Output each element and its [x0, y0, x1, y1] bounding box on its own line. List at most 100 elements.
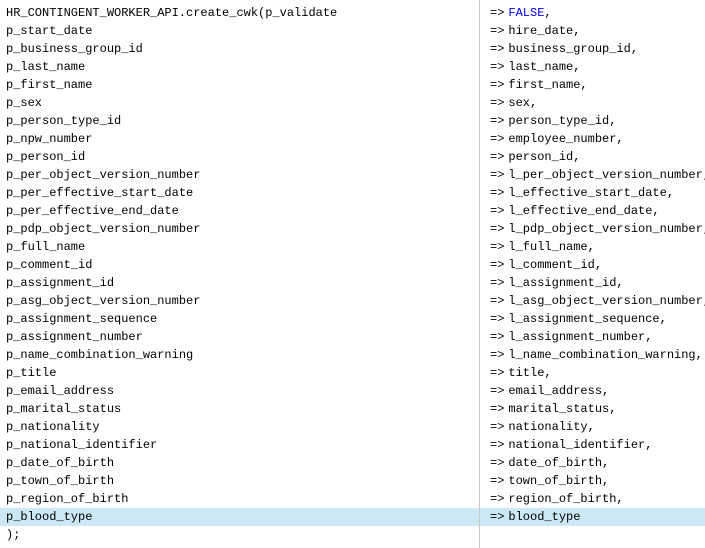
code-row-right-10: => l_effective_end_date, [480, 202, 705, 220]
code-param-26: p_region_of_birth [6, 492, 128, 506]
header-right-line: => FALSE, [480, 4, 705, 22]
arrow-21: => [490, 402, 504, 416]
header-right-comma: , [544, 6, 551, 20]
code-param-4: p_sex [6, 96, 42, 110]
code-row-left-11: p_pdp_object_version_number [0, 220, 479, 238]
code-value-14: l_assignment_id, [508, 276, 623, 290]
arrow-5: => [490, 114, 504, 128]
code-value-9: l_effective_start_date, [508, 186, 674, 200]
code-row-left-20: p_email_address [0, 382, 479, 400]
arrow-23: => [490, 438, 504, 452]
right-pane: => FALSE, => hire_date,=> business_group… [480, 0, 705, 548]
code-value-21: marital_status, [508, 402, 616, 416]
code-param-3: p_first_name [6, 78, 92, 92]
code-value-5: person_type_id, [508, 114, 616, 128]
code-row-right-1: => business_group_id, [480, 40, 705, 58]
left-rows: p_start_datep_business_group_idp_last_na… [0, 22, 479, 526]
arrow-1: => [490, 42, 504, 56]
code-value-0: hire_date, [508, 24, 580, 38]
code-param-15: p_asg_object_version_number [6, 294, 200, 308]
arrow-6: => [490, 132, 504, 146]
arrow-27: => [490, 510, 504, 524]
code-row-right-2: => last_name, [480, 58, 705, 76]
arrow-7: => [490, 150, 504, 164]
code-value-6: employee_number, [508, 132, 623, 146]
arrow-14: => [490, 276, 504, 290]
code-row-right-8: => l_per_object_version_number, [480, 166, 705, 184]
code-row-left-18: p_name_combination_warning [0, 346, 479, 364]
code-value-13: l_comment_id, [508, 258, 602, 272]
header-arrow: => [490, 6, 504, 20]
code-value-25: town_of_birth, [508, 474, 609, 488]
code-value-23: national_identifier, [508, 438, 652, 452]
code-row-left-10: p_per_effective_end_date [0, 202, 479, 220]
code-row-right-14: => l_assignment_id, [480, 274, 705, 292]
code-row-left-2: p_last_name [0, 58, 479, 76]
code-param-2: p_last_name [6, 60, 85, 74]
arrow-24: => [490, 456, 504, 470]
code-row-right-21: => marital_status, [480, 400, 705, 418]
code-param-14: p_assignment_id [6, 276, 114, 290]
code-value-17: l_assignment_number, [508, 330, 652, 344]
code-container: HR_CONTINGENT_WORKER_API.create_cwk(p_va… [0, 0, 705, 548]
left-pane: HR_CONTINGENT_WORKER_API.create_cwk(p_va… [0, 0, 480, 548]
code-param-1: p_business_group_id [6, 42, 143, 56]
code-row-right-12: => l_full_name, [480, 238, 705, 256]
code-param-9: p_per_effective_start_date [6, 186, 193, 200]
code-row-left-21: p_marital_status [0, 400, 479, 418]
code-row-right-9: => l_effective_start_date, [480, 184, 705, 202]
arrow-15: => [490, 294, 504, 308]
arrow-25: => [490, 474, 504, 488]
arrow-18: => [490, 348, 504, 362]
code-row-right-26: => region_of_birth, [480, 490, 705, 508]
code-row-right-4: => sex, [480, 94, 705, 112]
code-param-11: p_pdp_object_version_number [6, 222, 200, 236]
code-value-16: l_assignment_sequence, [508, 312, 666, 326]
false-keyword: FALSE [508, 6, 544, 20]
code-row-left-7: p_person_id [0, 148, 479, 166]
code-row-left-13: p_comment_id [0, 256, 479, 274]
code-param-24: p_date_of_birth [6, 456, 114, 470]
code-row-right-19: => title, [480, 364, 705, 382]
code-value-8: l_per_object_version_number, [508, 168, 705, 182]
arrow-2: => [490, 60, 504, 74]
code-param-12: p_full_name [6, 240, 85, 254]
code-row-left-4: p_sex [0, 94, 479, 112]
arrow-17: => [490, 330, 504, 344]
code-value-1: business_group_id, [508, 42, 638, 56]
code-row-left-25: p_town_of_birth [0, 472, 479, 490]
code-row-left-24: p_date_of_birth [0, 454, 479, 472]
code-row-left-5: p_person_type_id [0, 112, 479, 130]
code-param-21: p_marital_status [6, 402, 121, 416]
code-row-left-14: p_assignment_id [0, 274, 479, 292]
code-value-19: title, [508, 366, 551, 380]
code-row-right-11: => l_pdp_object_version_number, [480, 220, 705, 238]
code-value-12: l_full_name, [508, 240, 594, 254]
header-line: HR_CONTINGENT_WORKER_API.create_cwk(p_va… [0, 4, 479, 22]
code-row-left-23: p_national_identifier [0, 436, 479, 454]
code-row-right-13: => l_comment_id, [480, 256, 705, 274]
code-row-left-1: p_business_group_id [0, 40, 479, 58]
code-row-right-22: => nationality, [480, 418, 705, 436]
arrow-19: => [490, 366, 504, 380]
code-param-18: p_name_combination_warning [6, 348, 193, 362]
right-rows: => hire_date,=> business_group_id,=> las… [480, 22, 705, 526]
code-param-19: p_title [6, 366, 56, 380]
code-param-7: p_person_id [6, 150, 85, 164]
code-row-right-5: => person_type_id, [480, 112, 705, 130]
code-row-right-0: => hire_date, [480, 22, 705, 40]
code-row-right-6: => employee_number, [480, 130, 705, 148]
code-row-right-15: => l_asg_object_version_number, [480, 292, 705, 310]
code-value-26: region_of_birth, [508, 492, 623, 506]
code-value-27: blood_type [508, 510, 580, 524]
code-value-15: l_asg_object_version_number, [508, 294, 705, 308]
code-row-right-7: => person_id, [480, 148, 705, 166]
code-row-left-9: p_per_effective_start_date [0, 184, 479, 202]
arrow-9: => [490, 186, 504, 200]
code-row-right-17: => l_assignment_number, [480, 328, 705, 346]
arrow-12: => [490, 240, 504, 254]
arrow-16: => [490, 312, 504, 326]
code-row-left-15: p_asg_object_version_number [0, 292, 479, 310]
arrow-10: => [490, 204, 504, 218]
header-text: HR_CONTINGENT_WORKER_API.create_cwk(p_va… [6, 6, 337, 20]
